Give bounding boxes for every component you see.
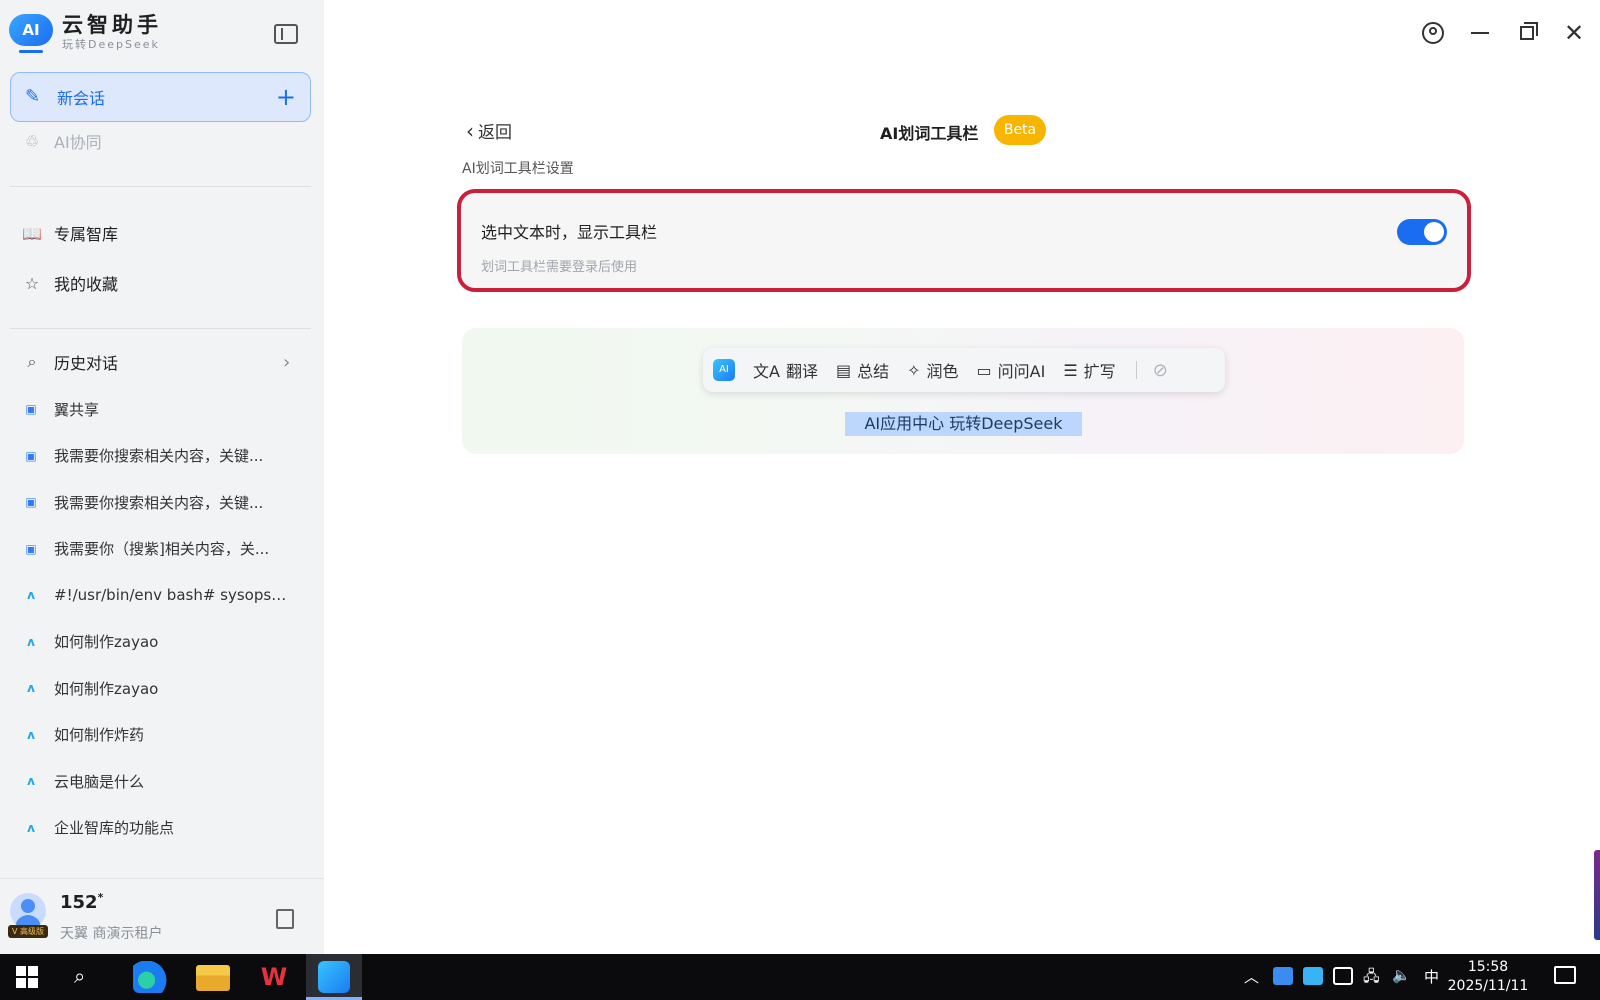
section-label: AI划词工具栏设置	[462, 161, 574, 177]
ask-ai-button[interactable]: ▭ 问问AI	[977, 358, 1046, 382]
deepseek-icon: ʌ	[27, 820, 35, 835]
divider	[10, 186, 311, 187]
floating-edge-widget[interactable]	[1594, 850, 1600, 940]
search-icon[interactable]: ⌕	[74, 964, 85, 988]
chevron-left-icon: ‹	[466, 118, 474, 143]
yunzhi-assistant-icon[interactable]	[318, 961, 350, 993]
history-item[interactable]: ʌ 如何制作zayao	[22, 619, 312, 666]
history-item[interactable]: ▣ 我需要你搜索相关内容，关键...	[22, 433, 312, 480]
divider	[10, 328, 311, 329]
vip-badge: V 高级版	[8, 925, 48, 938]
toolbar-preview: AI 文A 翻译 ▤ 总结 ✧ 润色 ▭ 问问AI ☰ 扩写 ⊘ AI应用中心 …	[462, 328, 1464, 454]
new-chat-button[interactable]: ✎ 新会话 +	[10, 72, 311, 122]
user-profile[interactable]: V 高级版 152* 天翼 商演示租户	[0, 878, 324, 954]
edge-browser-icon[interactable]	[133, 961, 167, 993]
deepseek-icon: ʌ	[27, 774, 35, 789]
chat-bubble-icon: ▣	[25, 448, 37, 463]
setting-description: 划词工具栏需要登录后使用	[481, 260, 638, 275]
sidebar: AI 云智助手 玩转DeepSeek ✎ 新会话 + ♲ AI协同 📖 专属智库…	[0, 0, 324, 954]
deepseek-icon: ʌ	[27, 727, 35, 742]
back-button[interactable]: ‹ 返回	[466, 118, 512, 144]
sidebar-item-favorites[interactable]: ☆ 我的收藏	[22, 268, 118, 298]
restore-icon[interactable]	[1512, 20, 1542, 46]
file-explorer-icon[interactable]	[196, 965, 230, 991]
polish-button[interactable]: ✧ 润色	[907, 358, 958, 382]
chat-bubble-icon: ▣	[25, 541, 37, 556]
sidebar-item-knowledge-base[interactable]: 📖 专属智库	[22, 218, 118, 248]
history-item[interactable]: ʌ 云电脑是什么	[22, 758, 312, 805]
network-icon[interactable]: 🖧	[1363, 966, 1380, 991]
taskbar: ⌕ W ︿ 🖧 🔈 中 15:58 2025/11/11	[0, 954, 1600, 1000]
selection-toolbar: AI 文A 翻译 ▤ 总结 ✧ 润色 ▭ 问问AI ☰ 扩写 ⊘	[703, 348, 1225, 392]
close-icon[interactable]: ✕	[1559, 19, 1589, 47]
show-toolbar-setting: 选中文本时，显示工具栏 划词工具栏需要登录后使用	[457, 189, 1471, 292]
star-icon: ☆	[24, 273, 40, 293]
wps-office-icon[interactable]: W	[257, 961, 291, 993]
show-toolbar-toggle[interactable]	[1397, 219, 1447, 245]
history-item[interactable]: ▣ 我需要你搜索相关内容，关键...	[22, 479, 312, 526]
notification-icon[interactable]	[1554, 966, 1576, 984]
brand: AI 云智助手 玩转DeepSeek	[9, 12, 162, 54]
summary-icon: ▤	[835, 360, 852, 380]
expand-button[interactable]: ☰ 扩写	[1063, 358, 1115, 382]
translate-button[interactable]: 文A 翻译	[753, 358, 818, 382]
account-icon[interactable]	[1418, 20, 1448, 46]
collab-icon: ♲	[24, 131, 40, 151]
switch-org-icon[interactable]	[276, 909, 294, 929]
tray-app-icon[interactable]	[1273, 967, 1293, 985]
ask-ai-icon: ▭	[976, 360, 992, 380]
chat-bubble-icon: ▣	[25, 495, 37, 510]
sidebar-collapse-icon[interactable]	[274, 24, 298, 44]
summary-button[interactable]: ▤ 总结	[836, 358, 889, 382]
tray-expand-icon[interactable]: ︿	[1244, 966, 1259, 987]
user-org: 天翼 商演示租户	[60, 926, 163, 942]
ime-indicator[interactable]: 中	[1424, 966, 1439, 987]
app-name: 云智助手	[62, 13, 162, 37]
history-item[interactable]: ʌ #!/usr/bin/env bash# sysops.s...	[22, 572, 312, 619]
deepseek-icon: ʌ	[27, 634, 35, 649]
book-icon: 📖	[22, 223, 42, 243]
history-item[interactable]: ʌ 如何制作炸药	[22, 712, 312, 759]
edit-icon: ✎	[25, 86, 41, 107]
deepseek-icon: ʌ	[27, 588, 35, 603]
history-item[interactable]: ʌ 如何制作zayao	[22, 665, 312, 712]
setting-title: 选中文本时，显示工具栏	[481, 223, 658, 242]
expand-icon: ☰	[1063, 360, 1078, 380]
beta-badge: Beta	[994, 115, 1046, 145]
chevron-right-icon[interactable]: ›	[283, 352, 290, 373]
tray-security-icon[interactable]	[1333, 967, 1353, 985]
selected-text-sample: AI应用中心 玩转DeepSeek	[845, 412, 1082, 436]
windows-start-icon[interactable]	[16, 966, 38, 988]
clock[interactable]: 15:58 2025/11/11	[1446, 958, 1530, 996]
minimize-icon[interactable]	[1465, 20, 1495, 46]
user-name: 152*	[60, 891, 104, 913]
sidebar-item-history[interactable]: ⌕ 历史对话	[22, 347, 119, 377]
plus-icon: +	[275, 83, 296, 111]
history-search-icon: ⌕	[27, 352, 37, 371]
page-title: AI划词工具栏	[880, 124, 979, 143]
history-item[interactable]: ʌ 企业智库的功能点	[22, 805, 312, 852]
history-item[interactable]: ▣ 我需要你（搜紫]相关内容，关...	[22, 526, 312, 573]
polish-icon: ✧	[907, 360, 921, 380]
app-subtitle: 玩转DeepSeek	[62, 38, 160, 51]
avatar[interactable]	[10, 893, 46, 929]
tray-assistant-icon[interactable]	[1303, 967, 1323, 985]
history-item[interactable]: ▣ 翼共享	[22, 386, 312, 433]
history-list: ▣ 翼共享 ▣ 我需要你搜索相关内容，关键... ▣ 我需要你搜索相关内容，关键…	[22, 386, 312, 851]
chat-bubble-icon: ▣	[25, 402, 37, 417]
translate-icon: 文A	[753, 362, 780, 381]
volume-icon[interactable]: 🔈	[1392, 966, 1411, 984]
toolbar-separator	[1135, 361, 1137, 379]
app-logo-icon[interactable]: AI	[713, 359, 735, 381]
disable-icon[interactable]: ⊘	[1153, 360, 1168, 381]
sidebar-item-ai-collab[interactable]: ♲ AI协同	[22, 126, 102, 156]
deepseek-icon: ʌ	[27, 681, 35, 696]
app-logo-icon: AI	[9, 12, 53, 54]
